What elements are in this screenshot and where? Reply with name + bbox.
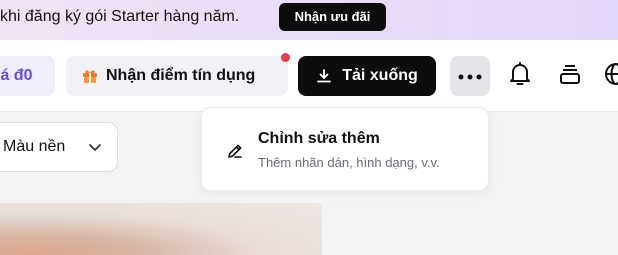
menu-item-subtitle: Thêm nhãn dán, hình dạng, v.v. (258, 155, 440, 170)
promo-text: khi đăng ký gói Starter hàng năm. (0, 8, 240, 25)
download-label: Tải xuống (342, 67, 418, 84)
gift-icon (82, 68, 98, 84)
menu-item-title: Chỉnh sửa thêm (258, 130, 380, 147)
language-button[interactable] (600, 60, 618, 92)
pencil-icon (226, 142, 244, 165)
download-button[interactable]: Tải xuống (298, 56, 436, 96)
canvas-image[interactable] (0, 203, 322, 255)
background-color-select[interactable]: Màu nền (0, 122, 118, 172)
notifications-button[interactable] (504, 60, 536, 92)
more-options-menu: Chỉnh sửa thêm Thêm nhãn dán, hình dạng,… (201, 107, 489, 191)
promo-banner: khi đăng ký gói Starter hàng năm. Nhận ư… (0, 0, 618, 40)
more-dots-icon (458, 67, 482, 85)
download-icon (316, 68, 332, 84)
chevron-down-icon (87, 139, 103, 160)
get-credits-button[interactable]: Nhận điểm tín dụng (66, 56, 288, 96)
layers-button[interactable] (554, 60, 586, 92)
more-options-button[interactable] (450, 56, 490, 96)
price-pill[interactable]: iá đ0 (0, 56, 55, 96)
get-credits-label: Nhận điểm tín dụng (106, 67, 256, 84)
background-color-label: Màu nền (3, 138, 66, 155)
notification-dot (281, 53, 290, 62)
claim-offer-button[interactable]: Nhận ưu đãi (279, 3, 386, 31)
layers-icon (558, 63, 582, 90)
globe-icon (604, 62, 618, 91)
top-toolbar: iá đ0 Nhận điểm tín dụng Tải xuống (0, 40, 618, 112)
bell-icon (508, 61, 532, 92)
